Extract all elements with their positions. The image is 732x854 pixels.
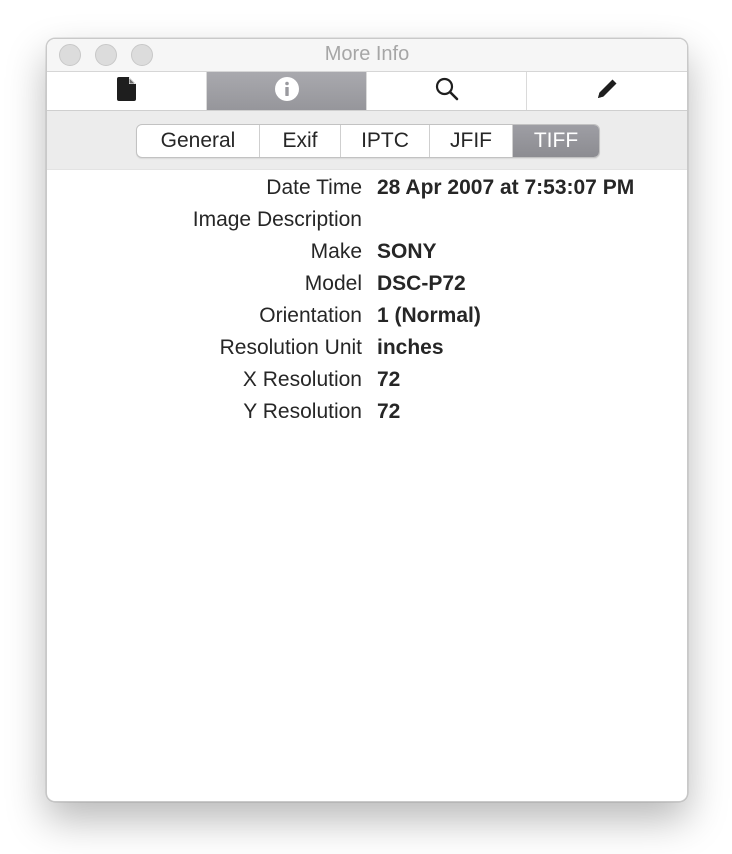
property-label: Image Description	[192, 208, 362, 231]
tab-image-info[interactable]	[207, 72, 367, 110]
property-row: Y Resolution 72	[47, 396, 687, 428]
pencil-icon	[594, 76, 620, 107]
segment-jfif[interactable]: JFIF	[430, 125, 513, 157]
search-icon	[434, 76, 460, 107]
property-row: X Resolution 72	[47, 364, 687, 396]
property-value: 72	[377, 368, 401, 391]
property-label: Make	[310, 240, 362, 263]
more-info-window: More Info General Exif IPTC JFIF TIFF Da…	[46, 38, 688, 802]
segment-tiff[interactable]: TIFF	[513, 125, 599, 157]
property-value: DSC-P72	[377, 272, 466, 295]
property-value: inches	[377, 336, 444, 359]
property-value: 72	[377, 400, 401, 423]
property-label: X Resolution	[242, 368, 362, 391]
segment-iptc[interactable]: IPTC	[341, 125, 430, 157]
segment-exif[interactable]: Exif	[260, 125, 341, 157]
property-row: Model DSC-P72	[47, 268, 687, 300]
document-icon	[116, 76, 137, 106]
property-row: Make SONY	[47, 236, 687, 268]
window-title: More Info	[324, 43, 410, 65]
inspector-toolbar	[47, 72, 687, 111]
property-label: Model	[304, 272, 362, 295]
segment-general[interactable]: General	[137, 125, 260, 157]
info-icon	[274, 76, 300, 107]
property-label: Y Resolution	[243, 400, 362, 423]
metadata-segmented-control: General Exif IPTC JFIF TIFF	[136, 124, 600, 158]
property-row: Orientation 1 (Normal)	[47, 300, 687, 332]
property-row: Date Time 28 Apr 2007 at 7:53:07 PM	[47, 172, 687, 204]
property-label: Date Time	[266, 176, 362, 199]
property-value: SONY	[377, 240, 437, 263]
property-label: Orientation	[259, 304, 362, 327]
tab-file-info[interactable]	[47, 72, 207, 110]
property-label: Resolution Unit	[219, 336, 362, 359]
tiff-properties-list: Date Time 28 Apr 2007 at 7:53:07 PM Imag…	[47, 172, 687, 428]
property-row: Resolution Unit inches	[47, 332, 687, 364]
tab-search[interactable]	[367, 72, 527, 110]
property-value: 1 (Normal)	[377, 304, 481, 327]
title-bar[interactable]: More Info	[47, 39, 687, 72]
metadata-section-bar: General Exif IPTC JFIF TIFF	[47, 111, 687, 170]
property-value: 28 Apr 2007 at 7:53:07 PM	[377, 176, 635, 199]
property-row: Image Description	[47, 204, 687, 236]
tab-edit[interactable]	[527, 72, 687, 110]
